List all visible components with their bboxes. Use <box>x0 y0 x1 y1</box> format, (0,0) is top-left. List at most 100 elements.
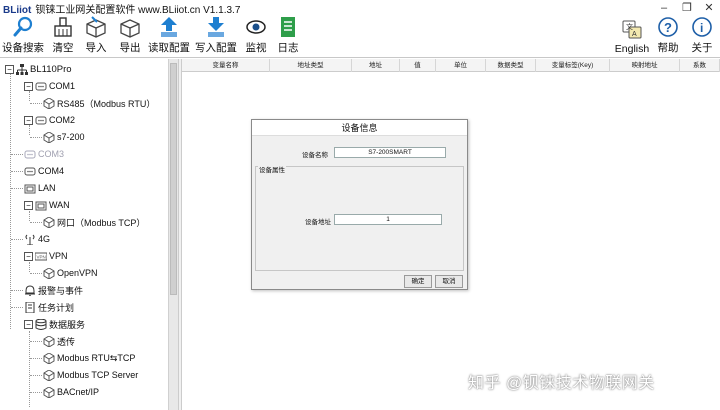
svg-text:文: 文 <box>626 22 633 31</box>
task-icon <box>25 301 35 313</box>
device-address-label: 设备地址 <box>305 219 331 226</box>
tree-item-openvpn[interactable]: OpenVPN <box>43 265 98 281</box>
column-header[interactable]: 地址类型 <box>270 59 352 72</box>
write-config-label: 写入配置 <box>195 42 237 54</box>
log-button[interactable]: 日志 <box>276 16 300 58</box>
tree-label: Modbus TCP Server <box>57 370 139 380</box>
info-icon: i <box>692 17 712 37</box>
tree-item-com4[interactable]: COM4 <box>24 163 64 179</box>
tree-item-tcp-server[interactable]: Modbus TCP Server <box>43 367 138 383</box>
collapse-toggle[interactable]: − <box>24 251 33 261</box>
cancel-button[interactable]: 取消 <box>435 275 463 288</box>
collapse-toggle[interactable]: − <box>24 115 33 125</box>
monitor-button[interactable]: 监视 <box>243 16 269 58</box>
write-config-button[interactable]: 写入配置 <box>194 16 238 58</box>
tree-label: 透传 <box>57 336 76 347</box>
device-icon <box>43 131 55 143</box>
about-button[interactable]: i 关于 <box>689 16 715 58</box>
serial-port-icon <box>35 82 47 90</box>
tree-item-com1[interactable]: − COM1 <box>24 78 75 94</box>
collapse-toggle[interactable]: − <box>5 64 14 74</box>
dialog-title: 设备信息 <box>252 120 467 136</box>
column-header[interactable]: 单位 <box>436 59 486 72</box>
toolbar: 设备搜索 清空 导入 导出 读取配置 写入配置 监视 日志 文A English… <box>0 16 720 58</box>
tree-label: 任务计划 <box>38 302 75 313</box>
vpn-icon: VPN <box>35 252 47 260</box>
minimize-button[interactable]: – <box>654 0 674 16</box>
language-button[interactable]: 文A English <box>613 16 651 58</box>
device-icon <box>43 335 55 347</box>
column-header[interactable]: 变量名称 <box>182 59 270 72</box>
collapse-toggle[interactable]: − <box>24 200 33 210</box>
eye-icon <box>246 20 266 34</box>
window-title: BLiiot 钡铼工业网关配置软件 www.BLiiot.cn V1.1.3.7 <box>0 1 240 16</box>
help-icon: ? <box>658 17 678 37</box>
read-config-label: 读取配置 <box>148 42 190 54</box>
log-icon <box>281 17 295 37</box>
clear-label: 清空 <box>52 42 74 54</box>
import-label: 导入 <box>85 42 107 54</box>
collapse-toggle[interactable]: − <box>24 81 33 91</box>
device-address-input[interactable]: 1 <box>334 214 442 225</box>
export-icon <box>120 19 140 38</box>
device-info-dialog: 设备信息 设备名称 S7-200SMART 设备属性 设备地址 1 确定 取消 <box>251 119 468 290</box>
serial-port-icon <box>24 150 36 158</box>
read-config-button[interactable]: 读取配置 <box>148 16 190 58</box>
serial-port-icon <box>24 167 36 175</box>
device-search-button[interactable]: 设备搜索 <box>2 16 44 58</box>
read-config-icon <box>161 17 177 37</box>
tree-label: LAN <box>38 183 56 193</box>
serial-port-icon <box>35 116 47 124</box>
export-button[interactable]: 导出 <box>117 16 143 58</box>
device-icon <box>43 216 55 228</box>
tree-item-4g[interactable]: 4G <box>24 231 50 247</box>
import-button[interactable]: 导入 <box>83 16 109 58</box>
tree-item-vpn[interactable]: − VPN VPN <box>24 248 68 264</box>
tree-item-alarm[interactable]: 报警与事件 <box>24 282 83 298</box>
collapse-toggle[interactable]: − <box>24 319 33 329</box>
restore-button[interactable]: ❐ <box>677 0 697 16</box>
tree-item-com3[interactable]: COM3 <box>24 146 64 162</box>
tree-label: RS485（Modbus RTU） <box>57 98 156 109</box>
tree-scrollbar[interactable] <box>168 59 178 410</box>
device-icon <box>43 267 55 279</box>
tree-label: s7-200 <box>57 132 85 142</box>
tree-item-wangkou[interactable]: 网口（Modbus TCP） <box>43 214 145 230</box>
tree-item-wan[interactable]: − WAN <box>24 197 70 213</box>
column-header[interactable]: 值 <box>400 59 436 72</box>
tree-item-root[interactable]: − BL110Pro <box>5 61 72 77</box>
tree-item-task[interactable]: 任务计划 <box>24 299 74 315</box>
ethernet-icon <box>35 201 47 210</box>
tree-label: OpenVPN <box>57 268 98 278</box>
tree-item-rs485[interactable]: RS485（Modbus RTU） <box>43 95 155 111</box>
search-icon <box>13 16 33 37</box>
help-button[interactable]: ? 帮助 <box>656 16 680 58</box>
close-button[interactable]: ✕ <box>699 0 719 16</box>
title-bar: BLiiot 钡铼工业网关配置软件 www.BLiiot.cn V1.1.3.7 <box>0 0 720 16</box>
grid-header: 变量名称 地址类型 地址 值 单位 数据类型 变量标签(Key) 映射地址 系数 <box>182 59 720 72</box>
svg-text:VPN: VPN <box>37 254 46 259</box>
scrollbar-thumb[interactable] <box>170 63 177 295</box>
column-header[interactable]: 系数 <box>680 59 720 72</box>
language-icon: 文A <box>622 20 642 39</box>
tree-label: Modbus RTU⇆TCP <box>57 352 136 363</box>
tree-item-lan[interactable]: LAN <box>24 180 56 196</box>
column-header[interactable]: 映射地址 <box>610 59 680 72</box>
tree-item-rtu-tcp[interactable]: Modbus RTU⇆TCP <box>43 350 135 366</box>
ok-button[interactable]: 确定 <box>404 275 432 288</box>
database-icon <box>35 318 47 330</box>
alarm-icon <box>25 284 35 296</box>
column-header[interactable]: 地址 <box>352 59 400 72</box>
tree-label: COM2 <box>49 115 76 125</box>
column-header[interactable]: 数据类型 <box>486 59 536 72</box>
device-icon <box>43 386 55 398</box>
clear-button[interactable]: 清空 <box>49 16 77 58</box>
device-name-input[interactable]: S7-200SMART <box>334 147 446 158</box>
tree-item-passthrough[interactable]: 透传 <box>43 333 75 349</box>
column-header[interactable]: 变量标签(Key) <box>536 59 610 72</box>
tree-item-data[interactable]: − 数据服务 <box>24 316 85 332</box>
tree-item-s7-200[interactable]: s7-200 <box>43 129 85 145</box>
tree-item-com2[interactable]: − COM2 <box>24 112 75 128</box>
tree-item-bacnet[interactable]: BACnet/IP <box>43 384 99 400</box>
tree-label: BACnet/IP <box>57 387 100 397</box>
